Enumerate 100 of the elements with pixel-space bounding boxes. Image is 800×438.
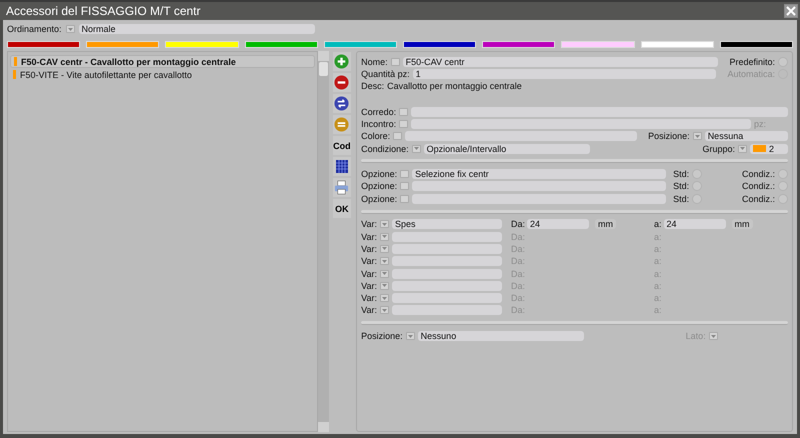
field-label: Da: [510, 219, 525, 230]
variable-field[interactable]: Spes [392, 219, 502, 230]
dropdown-button[interactable] [380, 306, 389, 314]
dropdown-button[interactable] [708, 332, 718, 340]
print-button[interactable] [332, 178, 351, 197]
caret-icon [382, 260, 387, 263]
caret-icon [408, 334, 413, 338]
dropdown-button[interactable] [738, 144, 747, 153]
picker-button[interactable] [390, 58, 400, 66]
field-label: Colore: [361, 131, 390, 142]
field-label: Incontro: [361, 118, 396, 129]
scrollbar[interactable] [318, 51, 329, 432]
dropdown-button[interactable] [692, 132, 702, 140]
field-label: Var: [361, 256, 377, 266]
field-label: Var: [361, 280, 377, 291]
variable-field[interactable] [392, 268, 502, 279]
field-label: Opzione: [361, 169, 398, 180]
field-label: Var: [361, 232, 377, 242]
condition-field[interactable]: Opzionale/Intervallo [424, 144, 590, 154]
dropdown-button[interactable] [380, 294, 389, 302]
field-label: Std: [673, 194, 690, 204]
ordering-label: Ordinamento: [7, 24, 62, 34]
caret-icon [694, 134, 700, 138]
dropdown-button[interactable] [406, 332, 415, 340]
plus-icon [334, 54, 350, 69]
caret-icon [382, 247, 387, 250]
option-field[interactable] [412, 181, 666, 192]
field-label: a: [654, 219, 662, 230]
variable-field[interactable] [392, 280, 502, 291]
field-label: Condizione: [361, 144, 409, 154]
caret-icon [382, 296, 387, 300]
variable-field[interactable] [392, 305, 502, 316]
color-field[interactable] [405, 131, 638, 142]
toolbar-button[interactable]: Cod [332, 136, 351, 155]
dropdown-button[interactable] [380, 270, 389, 278]
caret-icon [382, 222, 387, 226]
field-label: Opzione: [361, 194, 398, 204]
counterpart-field[interactable] [411, 118, 751, 129]
dropdown-button[interactable] [380, 282, 389, 290]
field-label: Nome: [361, 56, 388, 66]
close-icon [786, 6, 796, 16]
field-label: Desc: [361, 81, 384, 92]
caret-icon [68, 28, 73, 30]
group-number: 2 [768, 144, 774, 154]
add-button[interactable] [332, 52, 351, 71]
option-field[interactable]: Selezione fix centr [412, 169, 666, 180]
window-title: Accessori del FISSAGGIO M/T centr [6, 4, 200, 18]
caret-icon [382, 272, 387, 276]
dropdown-button[interactable] [66, 25, 75, 33]
field-label: Condiz.: [742, 194, 775, 204]
printer-icon [334, 180, 350, 195]
field-label: Quantità pz: [361, 68, 410, 79]
dropdown-button[interactable] [412, 144, 421, 153]
close-button[interactable] [784, 4, 798, 18]
dropdown-button[interactable] [380, 257, 389, 266]
dropdown-button[interactable] [380, 244, 389, 253]
group-field[interactable]: 2 [750, 144, 788, 154]
unit-label: mm [595, 219, 616, 230]
field-label: Posizione: [648, 131, 690, 142]
field-label: Std: [673, 181, 690, 192]
caret-icon [710, 334, 716, 338]
equal-icon [334, 117, 350, 132]
grid-icon [334, 159, 349, 174]
field-label: Var: [361, 305, 377, 316]
dropdown-button[interactable] [380, 220, 389, 228]
variable-field[interactable] [392, 256, 502, 266]
unit-label: mm [732, 219, 752, 230]
field-label: Var: [361, 293, 377, 304]
kit-field[interactable] [411, 106, 788, 117]
dropdown-button[interactable] [380, 232, 389, 241]
option-field[interactable] [412, 194, 666, 204]
from-field[interactable]: 24 [527, 219, 589, 230]
to-field[interactable]: 24 [664, 219, 726, 230]
grid-button[interactable] [332, 157, 351, 176]
variable-field[interactable] [392, 244, 502, 254]
ordering-field[interactable]: Normale [78, 24, 315, 34]
position-field[interactable]: Nessuna [704, 131, 788, 142]
caret-icon [382, 235, 387, 238]
field-label: Var: [361, 244, 377, 254]
list-item[interactable]: F50-CAV centr - Cavallotto per montaggio centrale [10, 55, 316, 68]
caret-icon [740, 147, 745, 150]
swap-icon [334, 96, 350, 111]
field-label: Condiz.: [742, 181, 775, 192]
caret-icon [382, 308, 387, 312]
name-field[interactable]: F50-CAV centr [402, 56, 718, 66]
variable-field[interactable] [392, 293, 502, 304]
variable-field[interactable] [392, 232, 502, 242]
caret-icon [414, 147, 419, 150]
remove-button[interactable] [332, 73, 351, 92]
swap-button[interactable] [332, 94, 351, 113]
field-label: Var: [361, 219, 377, 230]
field-label: Corredo: [361, 106, 396, 117]
field-label: Posizione: [361, 331, 403, 342]
list-item[interactable]: F50-VITE - Vite autofilettante per cavallotto [10, 69, 316, 80]
toolbar-button[interactable]: OK [332, 199, 351, 218]
field-label: Std: [673, 169, 690, 180]
quantity-field[interactable]: 1 [412, 68, 716, 79]
field-label: Gruppo: [702, 144, 735, 154]
placement-field[interactable]: Nessuno [418, 331, 584, 342]
field-label: Predefinito: [729, 56, 775, 66]
